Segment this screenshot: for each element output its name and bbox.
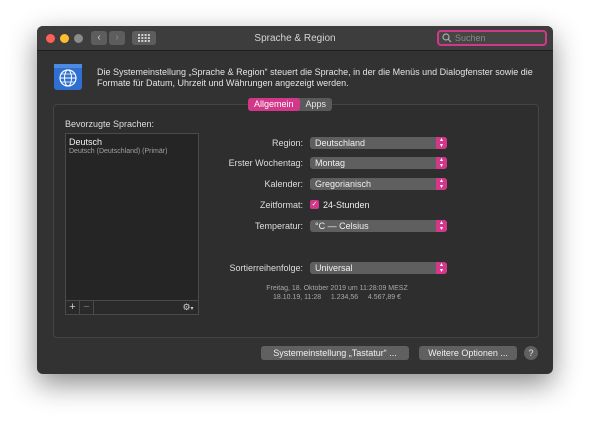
- checkmark-icon: ✓: [311, 201, 318, 208]
- time-format-label: Zeitformat:: [259, 200, 303, 210]
- temperature-value: °C — Celsius: [315, 221, 369, 231]
- stepper-arrows-icon: ▴ ▾: [436, 220, 447, 232]
- list-item[interactable]: Deutsch Deutsch (Deutschland) (Primär): [69, 137, 167, 155]
- language-detail: Deutsch (Deutschland) (Primär): [69, 148, 168, 155]
- gear-icon: ⚙: [182, 302, 191, 312]
- globe-flag-icon: [54, 64, 82, 90]
- search-field[interactable]: [437, 30, 547, 46]
- remove-language-button[interactable]: −: [80, 301, 94, 314]
- time-format-option[interactable]: 24-Stunden: [323, 200, 370, 210]
- add-language-button[interactable]: +: [66, 301, 80, 314]
- list-toolbar: + − ⚙▾: [66, 300, 198, 314]
- sort-order-popup[interactable]: Universal ▴ ▾: [310, 262, 447, 274]
- sort-order-value: Universal: [315, 263, 353, 273]
- search-input[interactable]: [455, 32, 541, 44]
- tab-apps[interactable]: Apps: [300, 98, 333, 111]
- first-weekday-label: Erster Wochentag:: [228, 158, 303, 168]
- sort-order-label: Sortierreihenfolge:: [229, 263, 303, 273]
- stepper-arrows-icon: ▴ ▾: [436, 262, 447, 274]
- temperature-popup[interactable]: °C — Celsius ▴ ▾: [310, 220, 447, 232]
- region-popup[interactable]: Deutschland ▴ ▾: [310, 137, 447, 149]
- calendar-value: Gregorianisch: [315, 179, 372, 189]
- language-name: Deutsch: [69, 137, 103, 147]
- language-list[interactable]: Deutsch Deutsch (Deutschland) (Primär) +…: [65, 133, 199, 315]
- temperature-label: Temperatur:: [254, 221, 303, 231]
- minus-icon: −: [83, 301, 90, 313]
- search-icon: [442, 33, 452, 43]
- plus-icon: +: [69, 301, 76, 313]
- first-weekday-popup[interactable]: Montag ▴ ▾: [310, 157, 447, 169]
- stepper-arrows-icon: ▴ ▾: [436, 157, 447, 169]
- calendar-label: Kalender:: [264, 179, 303, 189]
- preferred-languages-label: Bevorzugte Sprachen:: [65, 119, 155, 129]
- language-actions-button[interactable]: ⚙▾: [178, 301, 198, 314]
- chevron-down-icon: ▾: [190, 306, 194, 312]
- first-weekday-value: Montag: [315, 158, 346, 168]
- title-bar: ‹ › Sprache & Region: [37, 26, 553, 51]
- tab-general[interactable]: Allgemein: [248, 98, 300, 111]
- tab-control: Allgemein Apps: [248, 98, 333, 111]
- stepper-arrows-icon: ▴ ▾: [436, 137, 447, 149]
- help-button[interactable]: ?: [524, 346, 538, 360]
- region-value: Deutschland: [315, 138, 366, 148]
- region-label: Region:: [271, 138, 303, 148]
- keyboard-preferences-button[interactable]: Systemeinstellung „Tastatur“ ...: [261, 346, 409, 360]
- preferences-window: ‹ › Sprache & Region Suchen Die Systemei…: [37, 26, 553, 374]
- format-sample-line-2: 18.10.19, 11:28 1.234,56 4.567,89 €: [273, 294, 401, 301]
- format-sample-line-1: Freitag, 18. Oktober 2019 um 11:28:09 ME…: [266, 285, 408, 292]
- stepper-arrows-icon: ▴ ▾: [436, 178, 447, 190]
- calendar-popup[interactable]: Gregorianisch ▴ ▾: [310, 178, 447, 190]
- pane-description: Die Systemeinstellung „Sprache & Region“…: [97, 67, 533, 88]
- time-format-checkbox[interactable]: ✓: [310, 200, 319, 209]
- more-options-button[interactable]: Weitere Optionen ...: [419, 346, 517, 360]
